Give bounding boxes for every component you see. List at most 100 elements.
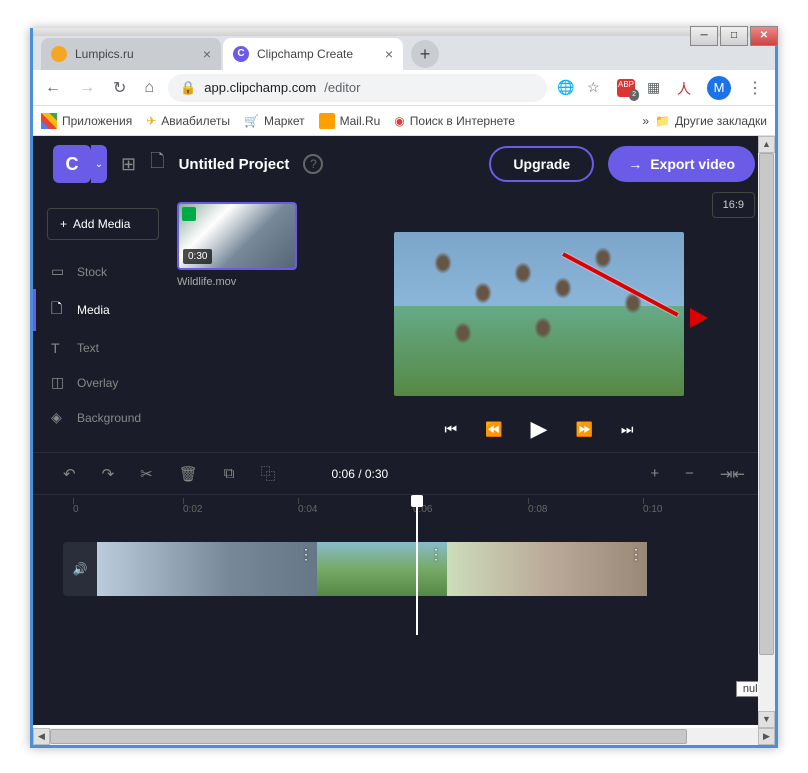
bookmark-label: Mail.Ru	[340, 114, 381, 128]
media-thumbnail[interactable]: 0:30	[177, 202, 297, 270]
url-host: app.clipchamp.com	[204, 80, 316, 95]
clip-menu-icon[interactable]: ⋮	[429, 546, 443, 563]
titlebar[interactable]	[33, 28, 775, 36]
redo-icon[interactable]: ↷	[102, 465, 115, 483]
tab-lumpics[interactable]: Lumpics.ru ×	[41, 38, 221, 70]
app-logo[interactable]: C	[53, 145, 91, 183]
scroll-down-button[interactable]: ▼	[758, 711, 775, 728]
adblock-icon[interactable]: ABP2	[617, 79, 635, 97]
background-icon: ◈	[51, 409, 67, 426]
scroll-thumb[interactable]	[759, 153, 774, 655]
copy-icon[interactable]: ⧉	[224, 465, 235, 482]
menu-icon[interactable]: ⋮	[743, 74, 767, 102]
scroll-right-button[interactable]: ▶	[758, 728, 775, 745]
maximize-button[interactable]: □	[720, 26, 748, 46]
sidebar-item-stock[interactable]: ▭ Stock	[33, 254, 173, 289]
forward-icon[interactable]: ⏩	[575, 421, 592, 438]
skip-end-icon[interactable]: ⏭	[621, 421, 634, 438]
home-button[interactable]: ⌂	[140, 75, 158, 101]
rewind-icon[interactable]: ⏪	[485, 421, 502, 438]
close-button[interactable]: ✕	[750, 26, 778, 46]
toolbar-icons: 🌐 ☆ ABP2 ▦ 人 M ⋮	[557, 74, 767, 102]
speaker-icon: 🔊	[73, 562, 88, 576]
sidebar-item-background[interactable]: ◈Background	[33, 400, 173, 435]
scroll-thumb[interactable]	[50, 729, 687, 744]
aspect-ratio-button[interactable]: 16:9	[712, 192, 755, 218]
minimize-button[interactable]: ─	[690, 26, 718, 46]
playhead[interactable]	[416, 495, 418, 635]
document-icon[interactable]: 🗋	[150, 149, 164, 179]
help-icon[interactable]: ?	[303, 154, 323, 174]
timeline-clip[interactable]: ⋮	[447, 542, 647, 596]
add-media-label: Add Media	[73, 217, 130, 231]
sidebar-label: Media	[77, 303, 110, 317]
skip-start-icon[interactable]: ⏮	[444, 421, 457, 438]
zoom-in-icon[interactable]: +	[650, 465, 659, 483]
bookmark-label: Авиабилеты	[161, 114, 230, 128]
media-panel: 0:30 Wildlife.mov	[173, 192, 303, 452]
thumb-duration: 0:30	[183, 249, 212, 264]
bookmark-market[interactable]: 🛒Маркет	[244, 114, 305, 128]
film-icon[interactable]: ⊞	[121, 154, 136, 175]
vertical-scrollbar[interactable]: ▲ ▼	[758, 136, 775, 728]
address-bar: ← → ↻ ⌂ 🔒 app.clipchamp.com/editor 🌐 ☆ A…	[33, 70, 775, 106]
tab-close-icon[interactable]: ×	[385, 46, 393, 62]
scroll-left-button[interactable]: ◀	[33, 728, 50, 745]
audio-toggle[interactable]: 🔊	[63, 542, 97, 596]
sidebar-item-media[interactable]: 🗋Media	[33, 289, 173, 331]
clip-menu-icon[interactable]: ⋮	[629, 546, 643, 563]
sidebar-item-text[interactable]: TText	[33, 331, 173, 365]
bookmark-mail[interactable]: Mail.Ru	[319, 113, 381, 129]
play-icon[interactable]: ▶	[531, 416, 548, 442]
plane-icon: ✈	[146, 114, 156, 128]
duplicate-icon[interactable]: ⿻	[261, 463, 276, 484]
url-input[interactable]: 🔒 app.clipchamp.com/editor	[168, 74, 547, 102]
overflow-button[interactable]: »	[642, 114, 649, 128]
ruler-mark: 0:08	[528, 504, 547, 515]
sidebar-label: Stock	[77, 265, 107, 279]
browser-window: ─ □ ✕ Lumpics.ru × C Clipchamp Create × …	[30, 28, 778, 748]
back-button[interactable]: ←	[41, 75, 65, 101]
scroll-up-button[interactable]: ▲	[758, 136, 775, 153]
timeline-track[interactable]: 🔊 ⋮ ⋮ ⋮	[33, 524, 775, 612]
bookmark-flights[interactable]: ✈ Авиабилеты	[146, 114, 230, 128]
undo-icon[interactable]: ↶	[63, 465, 76, 483]
upgrade-button[interactable]: Upgrade	[489, 146, 594, 182]
add-media-button[interactable]: +Add Media	[47, 208, 159, 240]
tab-title: Clipchamp Create	[257, 47, 353, 61]
cut-icon[interactable]: ✂	[140, 465, 153, 483]
tab-clipchamp[interactable]: C Clipchamp Create ×	[223, 38, 403, 70]
arrow-right-icon: →	[628, 156, 642, 172]
delete-icon[interactable]: 🗑	[179, 465, 198, 483]
pdf-icon[interactable]: 人	[677, 79, 695, 97]
logo-dropdown[interactable]: ⌄	[91, 145, 107, 183]
timeline-clip[interactable]: ⋮	[317, 542, 447, 596]
forward-button[interactable]: →	[75, 75, 99, 101]
tab-close-icon[interactable]: ×	[203, 46, 211, 62]
zoom-out-icon[interactable]: −	[685, 465, 694, 483]
clip-menu-icon[interactable]: ⋮	[299, 546, 313, 563]
translate-icon[interactable]: 🌐	[557, 79, 575, 97]
bookmark-star-icon[interactable]: ☆	[587, 79, 605, 97]
export-button[interactable]: → Export video	[608, 146, 755, 182]
lock-icon: 🔒	[180, 80, 196, 96]
sidebar-item-overlay[interactable]: ◫Overlay	[33, 365, 173, 400]
video-preview[interactable]	[394, 232, 684, 396]
project-title[interactable]: Untitled Project	[179, 156, 290, 173]
reload-button[interactable]: ↻	[109, 74, 130, 102]
bookmark-search[interactable]: ◉Поиск в Интернете	[394, 114, 515, 128]
fit-icon[interactable]: ⇥⇤	[720, 465, 745, 483]
extension-icon[interactable]: ▦	[647, 79, 665, 97]
bookmark-apps[interactable]: Приложения	[41, 113, 132, 129]
export-label: Export video	[650, 156, 735, 172]
favicon-icon: C	[233, 46, 249, 62]
bookmark-other[interactable]: 📁Другие закладки	[655, 114, 767, 128]
timeline-clip[interactable]: ⋮	[97, 542, 317, 596]
stock-icon: ▭	[51, 263, 67, 280]
horizontal-scrollbar[interactable]: ◀ ▶	[33, 728, 775, 745]
timeline-ruler[interactable]: 0 0:02 0:04 0:06 0:08 0:10	[33, 494, 775, 524]
new-tab-button[interactable]: +	[411, 40, 439, 68]
app-header: C ⌄ ⊞ 🗋 Untitled Project ? Upgrade → Expo…	[33, 136, 775, 192]
bookmark-label: Маркет	[264, 114, 305, 128]
profile-avatar[interactable]: M	[707, 76, 731, 100]
